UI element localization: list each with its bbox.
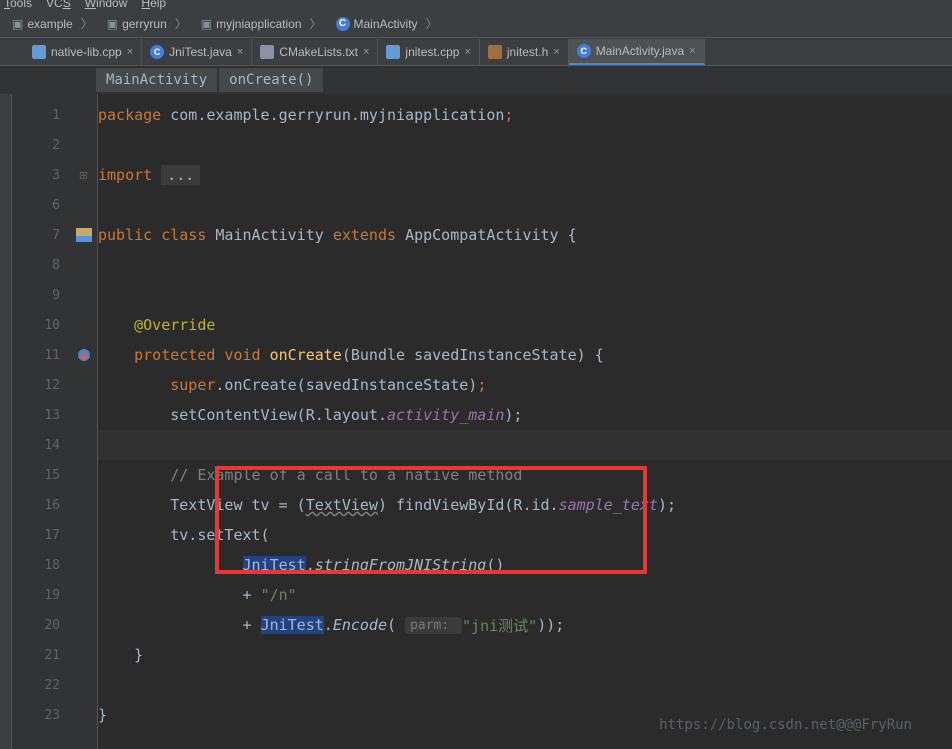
cpp-icon — [32, 45, 46, 59]
class-gutter-icon[interactable] — [76, 228, 92, 242]
cpp-icon — [386, 45, 400, 59]
close-icon[interactable]: × — [553, 46, 559, 58]
code-area[interactable]: package com.example.gerryrun.myjniapplic… — [98, 94, 952, 749]
folder-icon: ▣ — [107, 17, 118, 31]
txt-icon — [260, 45, 274, 59]
close-icon[interactable]: × — [689, 45, 695, 57]
line-num[interactable]: 10 — [12, 310, 70, 340]
line-num[interactable]: 13 — [12, 400, 70, 430]
folder-icon: ▣ — [12, 17, 23, 31]
line-num[interactable]: 11 — [12, 340, 70, 370]
java-icon: C — [577, 44, 591, 58]
line-num[interactable]: 6 — [12, 190, 70, 220]
menu-window[interactable]: Window — [85, 0, 128, 10]
close-icon[interactable]: × — [237, 46, 243, 58]
folder-icon: ▣ — [201, 17, 212, 31]
parameter-hint: parm: — [405, 617, 462, 634]
tab-native-lib[interactable]: native-lib.cpp × — [24, 39, 142, 65]
eb-class[interactable]: MainActivity — [96, 68, 217, 92]
line-num[interactable]: 19 — [12, 580, 70, 610]
tab-jnitest-java[interactable]: C JniTest.java × — [142, 39, 252, 65]
crumb-myjniapplication[interactable]: ▣ myjniapplication〉 — [195, 13, 328, 34]
line-num[interactable]: 7 — [12, 220, 70, 250]
line-num[interactable]: 2 — [12, 130, 70, 160]
crumb-example[interactable]: ▣ example〉 — [6, 13, 99, 34]
line-num[interactable]: 20 — [12, 610, 70, 640]
gutter[interactable]: 1 2 3 6 7 8 9 10 11 12 13 14 15 16 17 18… — [12, 94, 70, 749]
crumb-mainactivity[interactable]: C MainActivity〉 — [330, 13, 444, 34]
line-num[interactable]: 18 — [12, 550, 70, 580]
line-num[interactable]: 15 — [12, 460, 70, 490]
close-icon[interactable]: × — [464, 46, 470, 58]
editor: 1 2 3 6 7 8 9 10 11 12 13 14 15 16 17 18… — [0, 94, 952, 749]
line-num[interactable]: 22 — [12, 670, 70, 700]
crumb-gerryrun[interactable]: ▣ gerryrun〉 — [101, 13, 193, 34]
override-icon[interactable] — [77, 348, 91, 362]
line-num[interactable]: 12 — [12, 370, 70, 400]
line-num[interactable]: 16 — [12, 490, 70, 520]
editor-breadcrumb: MainActivity onCreate() — [0, 66, 952, 94]
tab-cmakelists[interactable]: CMakeLists.txt × — [252, 39, 378, 65]
menu-tools[interactable]: TToolsools — [4, 0, 32, 10]
breadcrumb: ▣ example〉 ▣ gerryrun〉 ▣ myjniapplicatio… — [0, 10, 952, 38]
close-icon[interactable]: × — [127, 46, 133, 58]
h-icon — [488, 45, 502, 59]
tab-jnitest-h[interactable]: jnitest.h × — [480, 39, 569, 65]
line-num[interactable]: 23 — [12, 700, 70, 730]
line-num[interactable]: 14 — [12, 430, 70, 460]
tool-strip[interactable] — [0, 94, 12, 749]
class-icon: C — [336, 17, 350, 31]
menu-vcs[interactable]: VCS — [46, 0, 71, 10]
menu-help[interactable]: Help — [141, 0, 166, 10]
line-num[interactable]: 9 — [12, 280, 70, 310]
java-icon: C — [150, 45, 164, 59]
line-num[interactable]: 3 — [12, 160, 70, 190]
expand-icon[interactable]: ⊞ — [79, 169, 88, 182]
close-icon[interactable]: × — [363, 46, 369, 58]
line-num[interactable]: 8 — [12, 250, 70, 280]
line-num[interactable]: 21 — [12, 640, 70, 670]
gutter-icons: ⊞ — [70, 94, 98, 749]
line-num[interactable]: 17 — [12, 520, 70, 550]
menu-bar: TToolsools VCS Window Help — [0, 0, 952, 10]
line-num[interactable]: 1 — [12, 100, 70, 130]
tab-jnitest-cpp[interactable]: jnitest.cpp × — [378, 39, 479, 65]
tab-mainactivity[interactable]: C MainActivity.java × — [569, 39, 705, 65]
watermark: https://blog.csdn.net@@@FryRun — [659, 717, 912, 733]
eb-method[interactable]: onCreate() — [219, 68, 323, 92]
editor-tabs: native-lib.cpp × C JniTest.java × CMakeL… — [0, 38, 952, 66]
